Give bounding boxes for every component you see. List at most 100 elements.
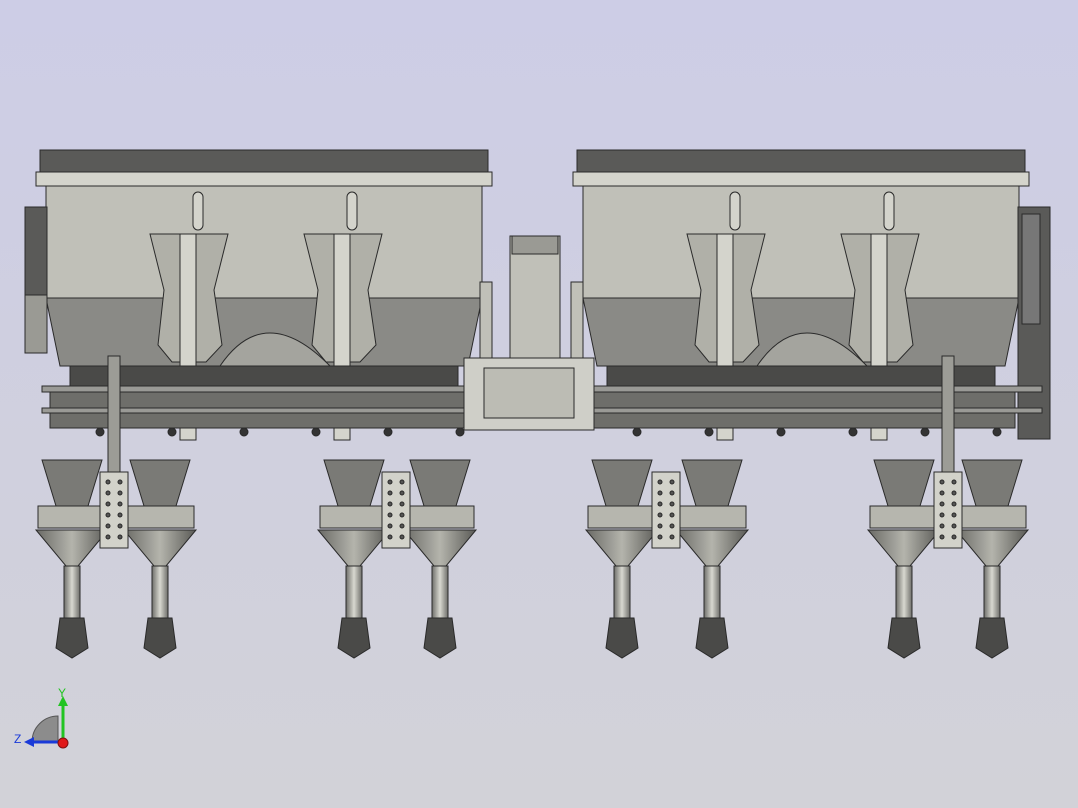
right-hopper-bolt-1 <box>704 427 714 437</box>
drive-plate-hole-2-1 <box>387 490 393 496</box>
right-hopper-bolt-3 <box>848 427 858 437</box>
y-axis-label: Y <box>58 686 67 700</box>
drive-plate-hole-b-2-4 <box>399 523 405 529</box>
drive-plate-hole-b-4-0 <box>951 479 957 485</box>
left-hopper-lid <box>39 149 489 173</box>
drive-plate-2 <box>381 471 411 549</box>
drive-plate-hole-b-3-5 <box>669 534 675 540</box>
row-unit-1-tube <box>63 565 81 619</box>
drive-plate-hole-b-2-2 <box>399 501 405 507</box>
left-side-plate <box>24 206 48 296</box>
center-mast-cap <box>511 235 559 255</box>
left-hopper-bolt-4 <box>383 427 393 437</box>
left-hopper-bolt-5 <box>455 427 465 437</box>
left-hopper-bolt-2 <box>239 427 249 437</box>
row-unit-1-clamp <box>37 505 107 529</box>
drive-plate-4 <box>933 471 963 549</box>
row-unit-2-tube <box>151 565 169 619</box>
row-unit-6-clamp <box>677 505 747 529</box>
drive-plate-hole-1-2 <box>105 501 111 507</box>
drive-plate-hole-4-5 <box>939 534 945 540</box>
drive-plate-3 <box>651 471 681 549</box>
drive-plate-hole-1-1 <box>105 490 111 496</box>
right-hopper-upper-body <box>582 185 1020 299</box>
drive-plate-hole-3-3 <box>657 512 663 518</box>
chain-guard-2 <box>941 355 955 473</box>
left-hopper-slot-0 <box>192 191 204 231</box>
left-hopper-bolt-1 <box>167 427 177 437</box>
row-unit-5-tube <box>613 565 631 619</box>
drive-plate-hole-4-3 <box>939 512 945 518</box>
drive-plate-hole-b-3-2 <box>669 501 675 507</box>
right-hopper-lid <box>576 149 1026 173</box>
drive-plate-hole-b-1-0 <box>117 479 123 485</box>
right-hopper-rim <box>572 171 1030 187</box>
drive-plate-hole-2-3 <box>387 512 393 518</box>
drive-plate-hole-b-3-3 <box>669 512 675 518</box>
drive-plate-hole-3-4 <box>657 523 663 529</box>
seeder-assembly-model[interactable] <box>0 0 1078 808</box>
drive-plate-hole-1-4 <box>105 523 111 529</box>
drive-plate-hole-b-1-3 <box>117 512 123 518</box>
drive-plate-hole-2-4 <box>387 523 393 529</box>
right-hopper-bolt-4 <box>920 427 930 437</box>
drive-plate-hole-b-4-4 <box>951 523 957 529</box>
drive-plate-hole-b-1-5 <box>117 534 123 540</box>
left-hopper-base <box>69 365 459 389</box>
drive-plate-hole-1-5 <box>105 534 111 540</box>
drive-plate-hole-b-1-2 <box>117 501 123 507</box>
row-unit-5-clamp <box>587 505 657 529</box>
drive-plate-hole-b-2-1 <box>399 490 405 496</box>
drive-plate-hole-b-2-5 <box>399 534 405 540</box>
row-unit-7-clamp <box>869 505 939 529</box>
drive-plate-hole-b-3-4 <box>669 523 675 529</box>
left-hopper-slot-1 <box>346 191 358 231</box>
right-gearbox-inner <box>1021 213 1041 325</box>
cad-viewport[interactable]: Y Z <box>0 0 1078 808</box>
row-unit-3-clamp <box>319 505 389 529</box>
row-unit-4-clamp <box>405 505 475 529</box>
right-hopper-base <box>606 365 996 389</box>
drive-plate-hole-1-0 <box>105 479 111 485</box>
right-hopper-slot-0 <box>729 191 741 231</box>
drive-plate-hole-4-0 <box>939 479 945 485</box>
right-hopper-bolt-2 <box>776 427 786 437</box>
drive-plate-hole-3-5 <box>657 534 663 540</box>
left-hopper-upper-body <box>45 185 483 299</box>
center-mast <box>509 235 561 361</box>
row-unit-2-clamp <box>125 505 195 529</box>
left-hopper-bolt-3 <box>311 427 321 437</box>
chain-guard-1 <box>107 355 121 473</box>
drive-plate-hole-3-0 <box>657 479 663 485</box>
left-hopper-rim <box>35 171 493 187</box>
drive-plate-hole-b-4-2 <box>951 501 957 507</box>
drive-plate-hole-4-4 <box>939 523 945 529</box>
z-axis-arrowhead <box>24 737 34 747</box>
drive-plate-hole-b-3-0 <box>669 479 675 485</box>
row-unit-3-tube <box>345 565 363 619</box>
axis-triad: Y Z <box>10 684 80 754</box>
drive-plate-hole-3-1 <box>657 490 663 496</box>
triad-quadrant-arc <box>31 715 59 743</box>
drive-plate-hole-b-4-3 <box>951 512 957 518</box>
drive-plate-hole-1-3 <box>105 512 111 518</box>
hitch-plate-inner <box>483 367 575 419</box>
drive-plate-hole-b-1-4 <box>117 523 123 529</box>
row-unit-4-tube <box>431 565 449 619</box>
drive-plate-hole-2-5 <box>387 534 393 540</box>
drive-plate-hole-b-4-5 <box>951 534 957 540</box>
z-axis-label: Z <box>14 732 22 746</box>
drive-plate-hole-2-0 <box>387 479 393 485</box>
drive-plate-hole-4-1 <box>939 490 945 496</box>
drive-plate-hole-b-1-1 <box>117 490 123 496</box>
right-hopper-bolt-0 <box>632 427 642 437</box>
right-hopper-bolt-5 <box>992 427 1002 437</box>
left-hitch-arm <box>479 281 493 361</box>
right-hitch-arm <box>570 281 584 361</box>
drive-plate-hole-4-2 <box>939 501 945 507</box>
drive-plate-hole-b-4-1 <box>951 490 957 496</box>
row-unit-8-clamp <box>957 505 1027 529</box>
drive-plate-hole-b-3-1 <box>669 490 675 496</box>
row-unit-7-tube <box>895 565 913 619</box>
row-unit-8-tube <box>983 565 1001 619</box>
